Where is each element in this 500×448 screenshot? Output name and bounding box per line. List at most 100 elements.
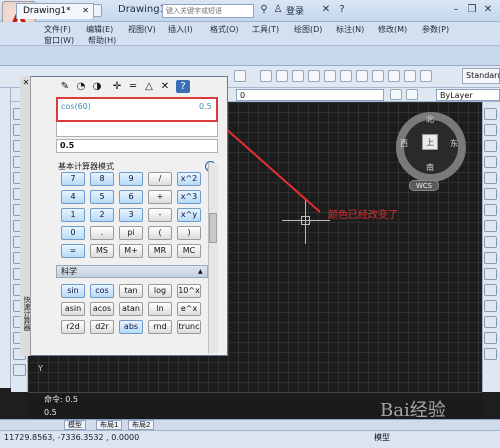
scientific-key[interactable]: tan (119, 284, 143, 298)
palette-scrollbar[interactable] (208, 163, 218, 353)
scientific-key[interactable]: rnd (148, 320, 172, 334)
tab-model[interactable]: 模型 (64, 420, 86, 430)
basic-key[interactable]: - (148, 208, 172, 222)
angle-icon[interactable]: △ (142, 80, 156, 93)
menu-dimension[interactable]: 标注(N) (336, 24, 364, 35)
erase-icon[interactable] (484, 108, 497, 120)
minimize-icon[interactable]: – (450, 4, 462, 16)
calc-input-field[interactable]: 0.5 (56, 139, 218, 153)
basic-key[interactable]: 2 (90, 208, 114, 222)
zoom-previous-icon[interactable] (308, 70, 320, 82)
menu-file[interactable]: 文件(F) (44, 24, 71, 35)
wcs-menu[interactable]: WCS (409, 180, 439, 191)
basic-key[interactable]: MS (90, 244, 114, 258)
basic-key[interactable]: 6 (119, 190, 143, 204)
tab-drawing1[interactable]: Drawing1* ✕ (16, 3, 94, 19)
menu-parameters[interactable]: 参数(P) (422, 24, 449, 35)
exchange-icon[interactable]: ✕ (320, 4, 332, 16)
basic-key[interactable]: / (148, 172, 172, 186)
basic-key[interactable]: x^3 (177, 190, 201, 204)
basic-key[interactable]: pi (119, 226, 143, 240)
help-toolbar-icon[interactable] (420, 70, 432, 82)
quickcalc-icon[interactable] (404, 70, 416, 82)
menu-format[interactable]: 格式(O) (210, 24, 239, 35)
basic-key[interactable]: 8 (90, 172, 114, 186)
section-collapse-icon[interactable]: ▲ (198, 268, 203, 275)
markup-icon[interactable] (388, 70, 400, 82)
region-icon[interactable] (13, 364, 26, 376)
copy-icon[interactable] (484, 124, 497, 136)
scientific-key[interactable]: trunc (177, 320, 201, 334)
basic-key[interactable]: ( (148, 226, 172, 240)
coordinate-readout[interactable]: 11729.8563, -7336.3532 , 0.0000 (4, 433, 139, 442)
search-input[interactable] (162, 4, 254, 18)
redo-icon[interactable] (234, 70, 246, 82)
compass-east[interactable]: 东 (450, 138, 458, 149)
menu-help[interactable]: 帮助(H) (88, 35, 116, 46)
scientific-key[interactable]: asin (61, 302, 85, 316)
fillet-icon[interactable] (484, 332, 497, 344)
intersection-icon[interactable]: ✕ (158, 80, 172, 93)
basic-key[interactable]: x^2 (177, 172, 201, 186)
zoom-realtime-icon[interactable] (276, 70, 288, 82)
trim-icon[interactable] (484, 252, 497, 264)
menu-modify[interactable]: 修改(M) (378, 24, 407, 35)
scientific-key[interactable]: ln (148, 302, 172, 316)
stretch-icon[interactable] (484, 236, 497, 248)
basic-key[interactable]: 5 (90, 190, 114, 204)
menu-window[interactable]: 窗口(W) (44, 35, 74, 46)
menu-edit[interactable]: 编辑(E) (86, 24, 113, 35)
scale-icon[interactable] (484, 220, 497, 232)
scientific-key[interactable]: r2d (61, 320, 85, 334)
viewcube-top-face[interactable]: 上 (422, 134, 438, 150)
explode-icon[interactable] (484, 348, 497, 360)
layer-state-icon[interactable] (406, 89, 418, 100)
distance-icon[interactable]: ═ (126, 80, 140, 93)
design-center-icon[interactable] (340, 70, 352, 82)
extend-icon[interactable] (484, 268, 497, 280)
sheet-set-icon[interactable] (372, 70, 384, 82)
basic-key[interactable]: 7 (61, 172, 85, 186)
help-calc-icon[interactable]: ? (176, 80, 190, 93)
clear-history-icon[interactable]: ◔ (74, 80, 88, 93)
join-icon[interactable] (484, 300, 497, 312)
tab-close-icon[interactable]: ✕ (82, 6, 89, 15)
basic-key[interactable]: 1 (61, 208, 85, 222)
break-icon[interactable] (484, 284, 497, 296)
user-icon[interactable]: ♙ (272, 4, 284, 16)
help-icon[interactable]: ? (336, 4, 348, 16)
paste-value-icon[interactable]: ◑ (90, 80, 104, 93)
palette-close-icon[interactable]: ✕ (22, 79, 30, 87)
menu-tools[interactable]: 工具(T) (252, 24, 279, 35)
scientific-key[interactable]: 10^x (177, 284, 201, 298)
basic-key[interactable]: 3 (119, 208, 143, 222)
scientific-key[interactable]: atan (119, 302, 143, 316)
basic-key[interactable]: M+ (119, 244, 143, 258)
offset-icon[interactable] (484, 156, 497, 168)
binoculars-icon[interactable]: ⚲ (258, 4, 270, 16)
tab-layout1[interactable]: 布局1 (96, 420, 123, 430)
tab-layout2[interactable]: 布局2 (128, 420, 155, 430)
get-coordinates-icon[interactable]: ✛ (110, 80, 124, 93)
menu-insert[interactable]: 插入(I) (168, 24, 193, 35)
compass-north[interactable]: 北 (426, 114, 434, 125)
scientific-key[interactable]: sin (61, 284, 85, 298)
color-combo[interactable]: ByLayer (436, 89, 500, 101)
basic-key[interactable]: ) (177, 226, 201, 240)
move-icon[interactable] (484, 188, 497, 200)
layer-combo[interactable]: 0 (236, 89, 384, 101)
array-icon[interactable] (484, 172, 497, 184)
zoom-window-icon[interactable] (292, 70, 304, 82)
clear-icon[interactable]: ✎ (58, 80, 72, 93)
scientific-key[interactable]: acos (90, 302, 114, 316)
scientific-key[interactable]: d2r (90, 320, 114, 334)
compass-south[interactable]: 南 (426, 162, 434, 173)
close-icon[interactable]: ✕ (482, 4, 494, 16)
scientific-key[interactable]: cos (90, 284, 114, 298)
login-link[interactable]: 登录 (286, 4, 304, 17)
rotate-icon[interactable] (484, 204, 497, 216)
layer-previous-icon[interactable] (390, 89, 402, 100)
basic-key[interactable]: = (61, 244, 85, 258)
basic-key[interactable]: 0 (61, 226, 85, 240)
text-style-combo[interactable]: Standard (462, 68, 500, 84)
